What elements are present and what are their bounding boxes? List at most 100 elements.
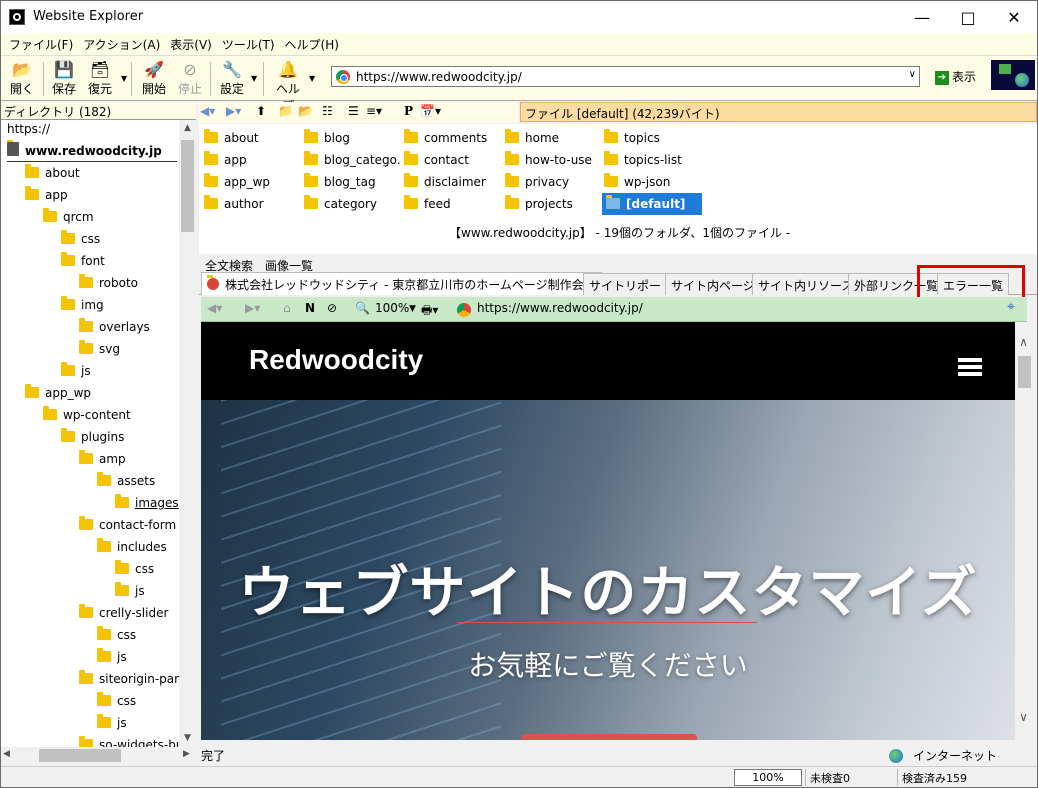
- source-icon[interactable]: N: [305, 301, 315, 315]
- tree-node[interactable]: img: [61, 294, 104, 316]
- split-icon[interactable]: ☰: [348, 104, 359, 118]
- folder-item[interactable]: category: [304, 193, 400, 215]
- folder-item[interactable]: projects: [505, 193, 601, 215]
- scroll-up-icon[interactable]: ∧: [1015, 334, 1032, 351]
- tab-page-preview[interactable]: 株式会社レッドウッドシティ - 東京都立川市のホームページ制作会社: [201, 272, 602, 295]
- tree-node[interactable]: css: [97, 624, 136, 646]
- tab-site-resources[interactable]: サイト内リソース: [752, 273, 860, 295]
- folder-item[interactable]: app: [204, 149, 300, 171]
- restore-dropdown-icon[interactable]: ▼: [121, 74, 127, 83]
- go-button[interactable]: ➔ 表示: [935, 68, 976, 85]
- tree-node[interactable]: qrcm: [43, 206, 94, 228]
- folder-item[interactable]: app_wp: [204, 171, 300, 193]
- scroll-right-icon[interactable]: ▶: [183, 749, 190, 759]
- tree-node[interactable]: so-widgets-bu: [79, 734, 179, 747]
- folder-icon[interactable]: 📁: [278, 104, 293, 118]
- up-icon[interactable]: ⬆: [256, 104, 266, 118]
- tree-view-icon[interactable]: ≡▾: [366, 104, 382, 118]
- tree-node[interactable]: contact-form: [79, 514, 176, 536]
- home-icon[interactable]: ⌂: [283, 301, 291, 315]
- tree-node[interactable]: crelly-slider: [79, 602, 168, 624]
- tree-node[interactable]: font: [61, 250, 105, 272]
- folder-item[interactable]: privacy: [505, 171, 601, 193]
- folder-item[interactable]: about: [204, 127, 300, 149]
- folder-item[interactable]: blog: [304, 127, 400, 149]
- folder-item[interactable]: blog_tag: [304, 171, 400, 193]
- folder-item[interactable]: how-to-use: [505, 149, 601, 171]
- folder-item[interactable]: author: [204, 193, 300, 215]
- site-logo[interactable]: Redwoodcity: [249, 344, 423, 376]
- web-page-view[interactable]: Redwoodcity ウェブサイトのカスタマイズ お気軽にご覧ください: [201, 322, 1015, 740]
- directory-tree[interactable]: www.redwoodcity.jp about app qrcm css font rob…: [1, 140, 179, 747]
- calendar-icon[interactable]: 📅▾: [420, 104, 441, 118]
- tree-node[interactable]: siteorigin-pan: [79, 668, 179, 690]
- scroll-up-icon[interactable]: ▲: [179, 120, 196, 137]
- minimize-button[interactable]: —: [899, 1, 945, 33]
- tree-node[interactable]: assets: [97, 470, 155, 492]
- tree-node[interactable]: css: [97, 690, 136, 712]
- folder-item[interactable]: topics-list: [604, 149, 700, 171]
- folder-item[interactable]: contact: [404, 149, 500, 171]
- settings-button[interactable]: 🔧 設定: [215, 60, 249, 98]
- stop-button[interactable]: ⊘ 停止: [173, 60, 207, 98]
- forward-icon[interactable]: ▶▾: [226, 104, 241, 118]
- menu-file[interactable]: ファイル(F): [4, 33, 78, 56]
- menu-action[interactable]: アクション(A): [78, 33, 165, 56]
- help-button[interactable]: 🔔ヘルプ: [271, 60, 305, 113]
- tree-node[interactable]: roboto: [79, 272, 138, 294]
- start-button[interactable]: 🚀 開始: [137, 60, 171, 98]
- properties-icon[interactable]: P: [404, 104, 413, 118]
- settings-dropdown-icon[interactable]: ▼: [251, 74, 257, 83]
- print-icon[interactable]: 🖶▾: [421, 301, 438, 322]
- tree-node[interactable]: js: [61, 360, 91, 382]
- selected-file[interactable]: [default]: [602, 193, 702, 215]
- zoom-icon[interactable]: 🔍: [355, 301, 370, 315]
- tree-node[interactable]: css: [115, 558, 154, 580]
- layout-icon[interactable]: ☷: [322, 104, 333, 118]
- hamburger-menu-icon[interactable]: [958, 358, 982, 362]
- folder-item[interactable]: home: [505, 127, 601, 149]
- browser-vertical-scrollbar[interactable]: ∧ ∨: [1015, 322, 1034, 740]
- scroll-down-icon[interactable]: ∨: [1015, 709, 1032, 726]
- tree-node[interactable]: js: [97, 712, 127, 734]
- tree-node[interactable]: about: [25, 162, 80, 184]
- tree-node[interactable]: wp-content: [43, 404, 131, 426]
- tree-node[interactable]: includes: [97, 536, 167, 558]
- restore-button[interactable]: 🗃 復元: [83, 60, 117, 98]
- menu-tools[interactable]: ツール(T): [217, 33, 280, 56]
- folder-item[interactable]: blog_catego...: [304, 149, 400, 171]
- tree-node[interactable]: amp: [79, 448, 126, 470]
- tree-node[interactable]: overlays: [79, 316, 150, 338]
- address-input[interactable]: https://www.redwoodcity.jp/: [356, 70, 522, 84]
- open-button[interactable]: 📂 開く: [5, 60, 39, 98]
- folder-item[interactable]: feed: [404, 193, 500, 215]
- tree-root-node[interactable]: www.redwoodcity.jp: [7, 140, 177, 162]
- tree-node[interactable]: app: [25, 184, 68, 206]
- scroll-thumb[interactable]: [1018, 356, 1031, 388]
- close-button[interactable]: ✕: [991, 1, 1037, 33]
- tree-vertical-scrollbar[interactable]: ▲ ▼: [179, 120, 196, 747]
- no-script-icon[interactable]: ⊘: [327, 301, 337, 315]
- hero-button[interactable]: [521, 734, 697, 740]
- directory-address[interactable]: https://: [1, 120, 179, 140]
- tree-node[interactable]: js: [115, 580, 145, 602]
- menu-help[interactable]: ヘルプ(H): [280, 33, 344, 56]
- tree-node[interactable]: svg: [79, 338, 120, 360]
- scroll-thumb[interactable]: [181, 140, 194, 232]
- browser-back-icon[interactable]: ◀▾: [207, 301, 222, 315]
- scroll-down-icon[interactable]: ▼: [179, 730, 196, 747]
- target-icon[interactable]: ⌖: [1007, 299, 1015, 315]
- folder-item[interactable]: disclaimer: [404, 171, 500, 193]
- address-bar[interactable]: https://www.redwoodcity.jp/ ∨: [331, 66, 920, 87]
- tree-horizontal-scrollbar[interactable]: ◀ ▶: [1, 747, 196, 764]
- browser-forward-icon[interactable]: ▶▾: [245, 301, 260, 315]
- back-icon[interactable]: ◀▾: [200, 104, 215, 118]
- tab-site-pages[interactable]: サイト内ページ: [665, 273, 761, 295]
- scroll-thumb[interactable]: [39, 749, 121, 762]
- tree-node[interactable]: images: [115, 492, 179, 514]
- save-button[interactable]: 💾 保存: [47, 60, 81, 98]
- browser-zoom[interactable]: 100%: [375, 301, 409, 315]
- chevron-down-icon[interactable]: ∨: [909, 69, 916, 80]
- scroll-left-icon[interactable]: ◀: [3, 749, 10, 759]
- zoom-dropdown-icon[interactable]: ▼: [409, 304, 416, 314]
